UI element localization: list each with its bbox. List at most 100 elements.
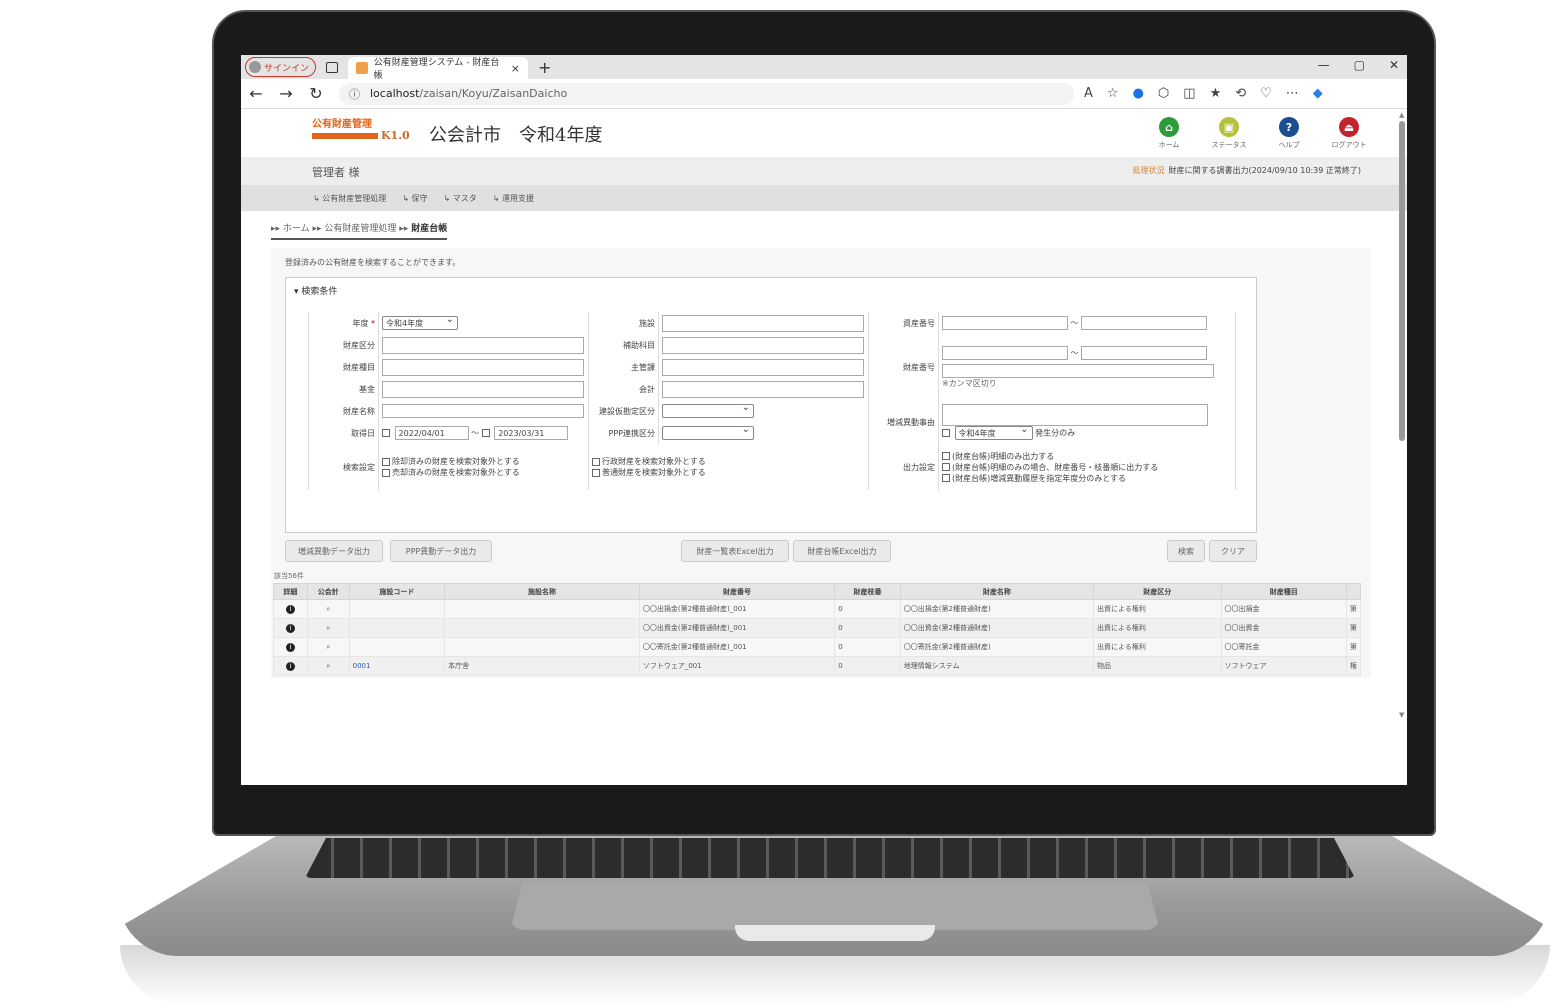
close-window-icon[interactable]: ✕ <box>1389 58 1399 72</box>
menu-item-koyu[interactable]: ↳ 公有財産管理処理 <box>313 193 386 204</box>
col-header[interactable]: 財産枝番 <box>834 583 901 600</box>
site-info-icon[interactable]: ⓘ <box>349 86 360 102</box>
magnifier-icon[interactable]: ⌕ <box>326 643 330 651</box>
magnifier-icon[interactable]: ⌕ <box>326 605 330 613</box>
output-option-2[interactable]: (財産台帳)明細のみの場合、財産番号・枝番順に出力する <box>942 462 1232 473</box>
zaisan-shumoku-input[interactable] <box>382 358 584 376</box>
favorites-icon[interactable]: ★ <box>1210 86 1222 101</box>
shisan-bango-to[interactable] <box>1081 316 1208 330</box>
table-cell[interactable]: i <box>273 599 308 619</box>
kaikei-input[interactable] <box>662 380 864 398</box>
detail-info-icon[interactable]: i <box>285 642 295 652</box>
detail-info-icon[interactable]: i <box>285 661 295 671</box>
ppp-select[interactable] <box>662 424 754 440</box>
col-header[interactable]: 公会計 <box>306 583 350 600</box>
kenkari-select[interactable] <box>662 402 754 418</box>
search-option-4[interactable]: 普通財産を検索対象外とする <box>592 467 865 478</box>
clear-button[interactable]: クリア <box>1209 540 1257 562</box>
detail-info-icon[interactable]: i <box>285 604 295 614</box>
col-header[interactable]: 施設名称 <box>444 583 640 600</box>
breadcrumb-home[interactable]: ホーム <box>283 224 310 234</box>
minimize-icon[interactable]: — <box>1318 58 1330 72</box>
col-header[interactable]: 財産区分 <box>1093 583 1222 600</box>
output-option-3[interactable]: (財産台帳)増減異動履歴を指定年度分のみとする <box>942 473 1232 484</box>
col-header[interactable]: 施設コード <box>348 583 446 600</box>
date-to-input[interactable]: 2023/03/31 <box>494 426 569 440</box>
list-excel-button[interactable]: 財産一覧表Excel出力 <box>681 540 789 562</box>
menu-item-unyo[interactable]: ↳ 運用支援 <box>493 193 534 204</box>
hassei-checkbox[interactable] <box>942 429 950 437</box>
shukanka-input[interactable] <box>662 358 864 376</box>
col-header[interactable]: 財産番号 <box>638 583 836 600</box>
zaisan-kubun-input[interactable] <box>382 336 584 354</box>
shisetsu-input[interactable] <box>662 314 864 332</box>
table-cell[interactable]: ⌕ <box>306 637 350 657</box>
tab-close-icon[interactable]: × <box>511 62 520 75</box>
breadcrumb-section[interactable]: 公有財産管理処理 <box>324 224 396 234</box>
date-to-checkbox[interactable] <box>481 429 490 437</box>
read-aloud-icon[interactable]: A <box>1084 86 1093 101</box>
url-input[interactable]: ⓘ localhost/zaisan/Koyu/ZaisanDaicho <box>339 82 1074 105</box>
help-button[interactable]: ? ヘルプ <box>1269 117 1309 150</box>
more-icon[interactable]: ⋯ <box>1286 86 1299 101</box>
performance-icon[interactable]: ♡ <box>1260 86 1272 101</box>
ledger-excel-button[interactable]: 財産台帳Excel出力 <box>793 540 891 562</box>
signin-button[interactable]: サインイン <box>245 57 317 77</box>
table-cell[interactable]: i <box>273 618 308 638</box>
search-button[interactable]: 検索 <box>1167 540 1205 562</box>
zaisan-meisho-input[interactable] <box>382 404 584 418</box>
split-screen-icon[interactable]: ◫ <box>1183 86 1195 101</box>
url-host: localhost <box>370 87 420 100</box>
hojo-kamoku-input[interactable] <box>662 336 864 354</box>
reload-icon[interactable]: ↻ <box>301 84 331 103</box>
extension-icon[interactable]: ● <box>1133 86 1144 101</box>
menu-item-master[interactable]: ↳ マスタ <box>444 193 477 204</box>
magnifier-icon[interactable]: ⌕ <box>326 624 330 632</box>
table-cell[interactable]: ⌕ <box>306 618 350 638</box>
page-scrollbar[interactable]: ▲ ▼ <box>1399 111 1405 731</box>
logout-button[interactable]: ⏏ ログアウト <box>1329 117 1369 150</box>
table-cell[interactable]: i <box>273 656 308 676</box>
search-option-2[interactable]: 売却済みの財産を検索対象外とする <box>382 467 585 478</box>
zogen-export-button[interactable]: 増減異動データ出力 <box>285 540 383 562</box>
output-option-1[interactable]: (財産台帳)明細のみ出力する <box>942 451 1232 462</box>
app-logo[interactable]: 公有財産管理 <box>312 119 378 141</box>
shisan-bango-from[interactable] <box>942 316 1068 330</box>
date-from-input[interactable]: 2022/04/01 <box>394 426 469 440</box>
copilot-icon[interactable]: ◆ <box>1313 86 1323 101</box>
col-header[interactable]: 財産名称 <box>899 583 1095 600</box>
search-option-3[interactable]: 行政財産を検索対象外とする <box>592 456 865 467</box>
back-icon[interactable]: ← <box>241 84 271 103</box>
tab-actions-icon[interactable] <box>326 61 339 73</box>
zaisan-bango-list[interactable] <box>942 363 1214 378</box>
home-button[interactable]: ⌂ ホーム <box>1149 117 1189 150</box>
date-from-checkbox[interactable] <box>382 429 390 437</box>
favorite-star-icon[interactable]: ☆ <box>1107 86 1119 101</box>
col-header[interactable]: 財産種目 <box>1220 583 1347 600</box>
forward-icon[interactable]: → <box>271 84 301 103</box>
status-button[interactable]: ▣ ステータス <box>1209 117 1249 150</box>
table-cell[interactable]: i <box>273 637 308 657</box>
search-legend[interactable]: ▾ 検索条件 <box>294 284 337 297</box>
zaisan-bango-to[interactable] <box>1081 345 1208 360</box>
history-icon[interactable]: ⟲ <box>1235 86 1246 101</box>
search-option-1[interactable]: 除却済みの財産を検索対象外とする <box>382 456 585 467</box>
app-header: 公有財産管理 K1.0 公会計市 令和4年度 ⌂ ホーム ▣ ステータス? ヘルプ ⏏ ログ… <box>241 109 1407 157</box>
detail-info-icon[interactable]: i <box>285 623 295 633</box>
zogen-nendo-select[interactable]: 令和4年度 <box>954 424 1033 440</box>
new-tab-icon[interactable]: + <box>538 58 551 77</box>
table-cell[interactable]: ⌕ <box>306 656 350 676</box>
browser-tab[interactable]: 公有財産管理システム - 財産台帳 × <box>348 57 529 81</box>
magnifier-icon[interactable]: ⌕ <box>326 662 330 670</box>
window-controls: — ▢ ✕ <box>1318 58 1399 72</box>
table-cell[interactable]: ⌕ <box>306 599 350 619</box>
ppp-export-button[interactable]: PPP異動データ出力 <box>390 540 492 562</box>
zaisan-bango-from[interactable] <box>942 345 1068 360</box>
extensions-puzzle-icon[interactable]: ⬡ <box>1158 86 1169 101</box>
maximize-icon[interactable]: ▢ <box>1354 58 1365 72</box>
nendo-select[interactable]: 令和4年度 <box>382 314 458 330</box>
zogen-jiyu-input[interactable] <box>942 404 1208 426</box>
menu-item-hoshu[interactable]: ↳ 保守 <box>402 193 427 204</box>
col-header[interactable]: 詳細 <box>273 583 308 600</box>
kikin-input[interactable] <box>382 380 584 398</box>
